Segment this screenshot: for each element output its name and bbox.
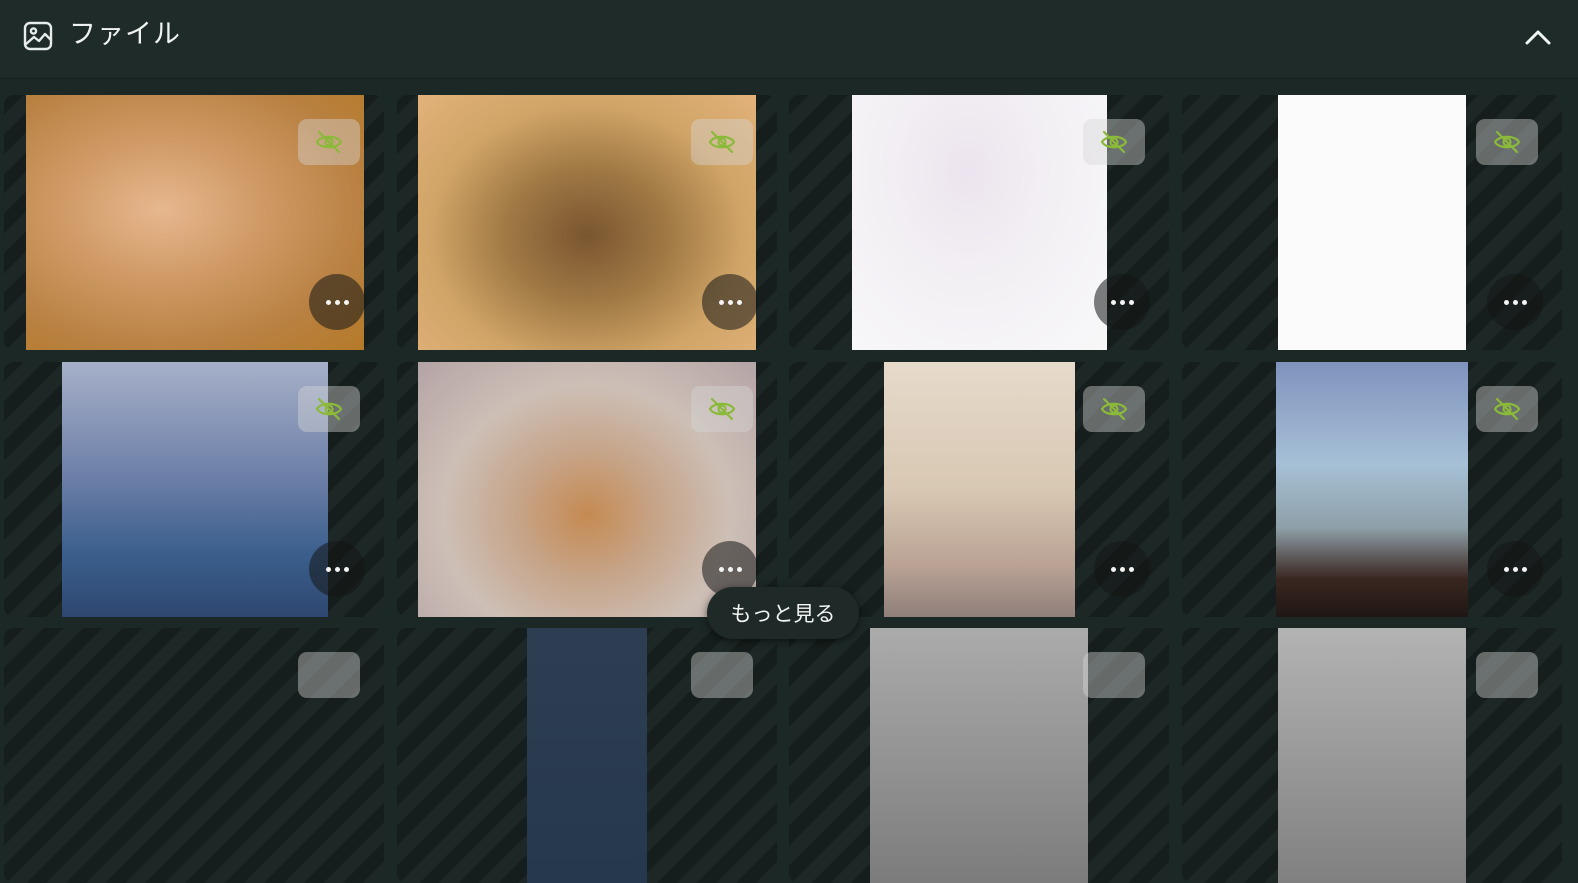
hide-button[interactable] — [691, 386, 753, 432]
hide-button[interactable] — [1476, 119, 1538, 165]
eye-off-icon — [1493, 397, 1521, 421]
hide-button[interactable] — [1083, 119, 1145, 165]
hide-button[interactable] — [298, 652, 360, 698]
hide-button[interactable] — [1083, 652, 1145, 698]
more-options-button[interactable] — [309, 541, 365, 597]
eye-off-icon — [315, 130, 343, 154]
more-horizontal-icon — [1110, 299, 1134, 305]
more-options-button[interactable] — [309, 274, 365, 330]
file-tile[interactable] — [397, 362, 777, 617]
hide-button[interactable] — [691, 119, 753, 165]
hide-button[interactable] — [298, 119, 360, 165]
section-title: ファイル — [69, 19, 181, 50]
file-tile[interactable] — [789, 362, 1169, 617]
image-icon — [23, 21, 53, 51]
more-options-button[interactable] — [1094, 541, 1150, 597]
file-thumbnail[interactable] — [870, 628, 1088, 883]
hide-button[interactable] — [1083, 386, 1145, 432]
file-tile[interactable] — [397, 95, 777, 350]
more-horizontal-icon — [1503, 566, 1527, 572]
file-thumbnail[interactable] — [527, 628, 647, 883]
file-tile[interactable] — [1182, 628, 1562, 883]
chevron-up-icon[interactable] — [1522, 22, 1554, 52]
more-options-button[interactable] — [702, 274, 758, 330]
file-tile[interactable] — [1182, 95, 1562, 350]
file-tile[interactable] — [4, 628, 384, 883]
more-horizontal-icon — [1110, 566, 1134, 572]
file-tile[interactable] — [397, 628, 777, 883]
more-horizontal-icon — [325, 566, 349, 572]
eye-off-icon — [1493, 130, 1521, 154]
eye-off-icon — [708, 130, 736, 154]
more-horizontal-icon — [718, 566, 742, 572]
file-thumbnail[interactable] — [62, 362, 328, 617]
eye-off-icon — [1100, 130, 1128, 154]
more-options-button[interactable] — [1094, 274, 1150, 330]
eye-off-icon — [708, 397, 736, 421]
file-tile[interactable] — [789, 628, 1169, 883]
hide-button[interactable] — [1476, 386, 1538, 432]
eye-off-icon — [315, 397, 343, 421]
hide-button[interactable] — [298, 386, 360, 432]
hide-button[interactable] — [691, 652, 753, 698]
file-tile[interactable] — [4, 362, 384, 617]
more-options-button[interactable] — [1487, 274, 1543, 330]
eye-off-icon — [1100, 397, 1128, 421]
more-horizontal-icon — [1503, 299, 1527, 305]
more-horizontal-icon — [718, 299, 742, 305]
see-more-button[interactable]: もっと見る — [707, 587, 859, 639]
file-thumbnail[interactable] — [1278, 628, 1466, 883]
file-thumbnail[interactable] — [852, 95, 1107, 350]
files-section-header: ファイル — [0, 0, 1578, 79]
hide-button[interactable] — [1476, 652, 1538, 698]
file-tile[interactable] — [1182, 362, 1562, 617]
file-tile[interactable] — [4, 95, 384, 350]
more-horizontal-icon — [325, 299, 349, 305]
file-tile[interactable] — [789, 95, 1169, 350]
more-options-button[interactable] — [1487, 541, 1543, 597]
file-thumbnail[interactable] — [1278, 95, 1466, 350]
file-thumbnail[interactable] — [884, 362, 1075, 617]
file-thumbnail[interactable] — [1276, 362, 1468, 617]
